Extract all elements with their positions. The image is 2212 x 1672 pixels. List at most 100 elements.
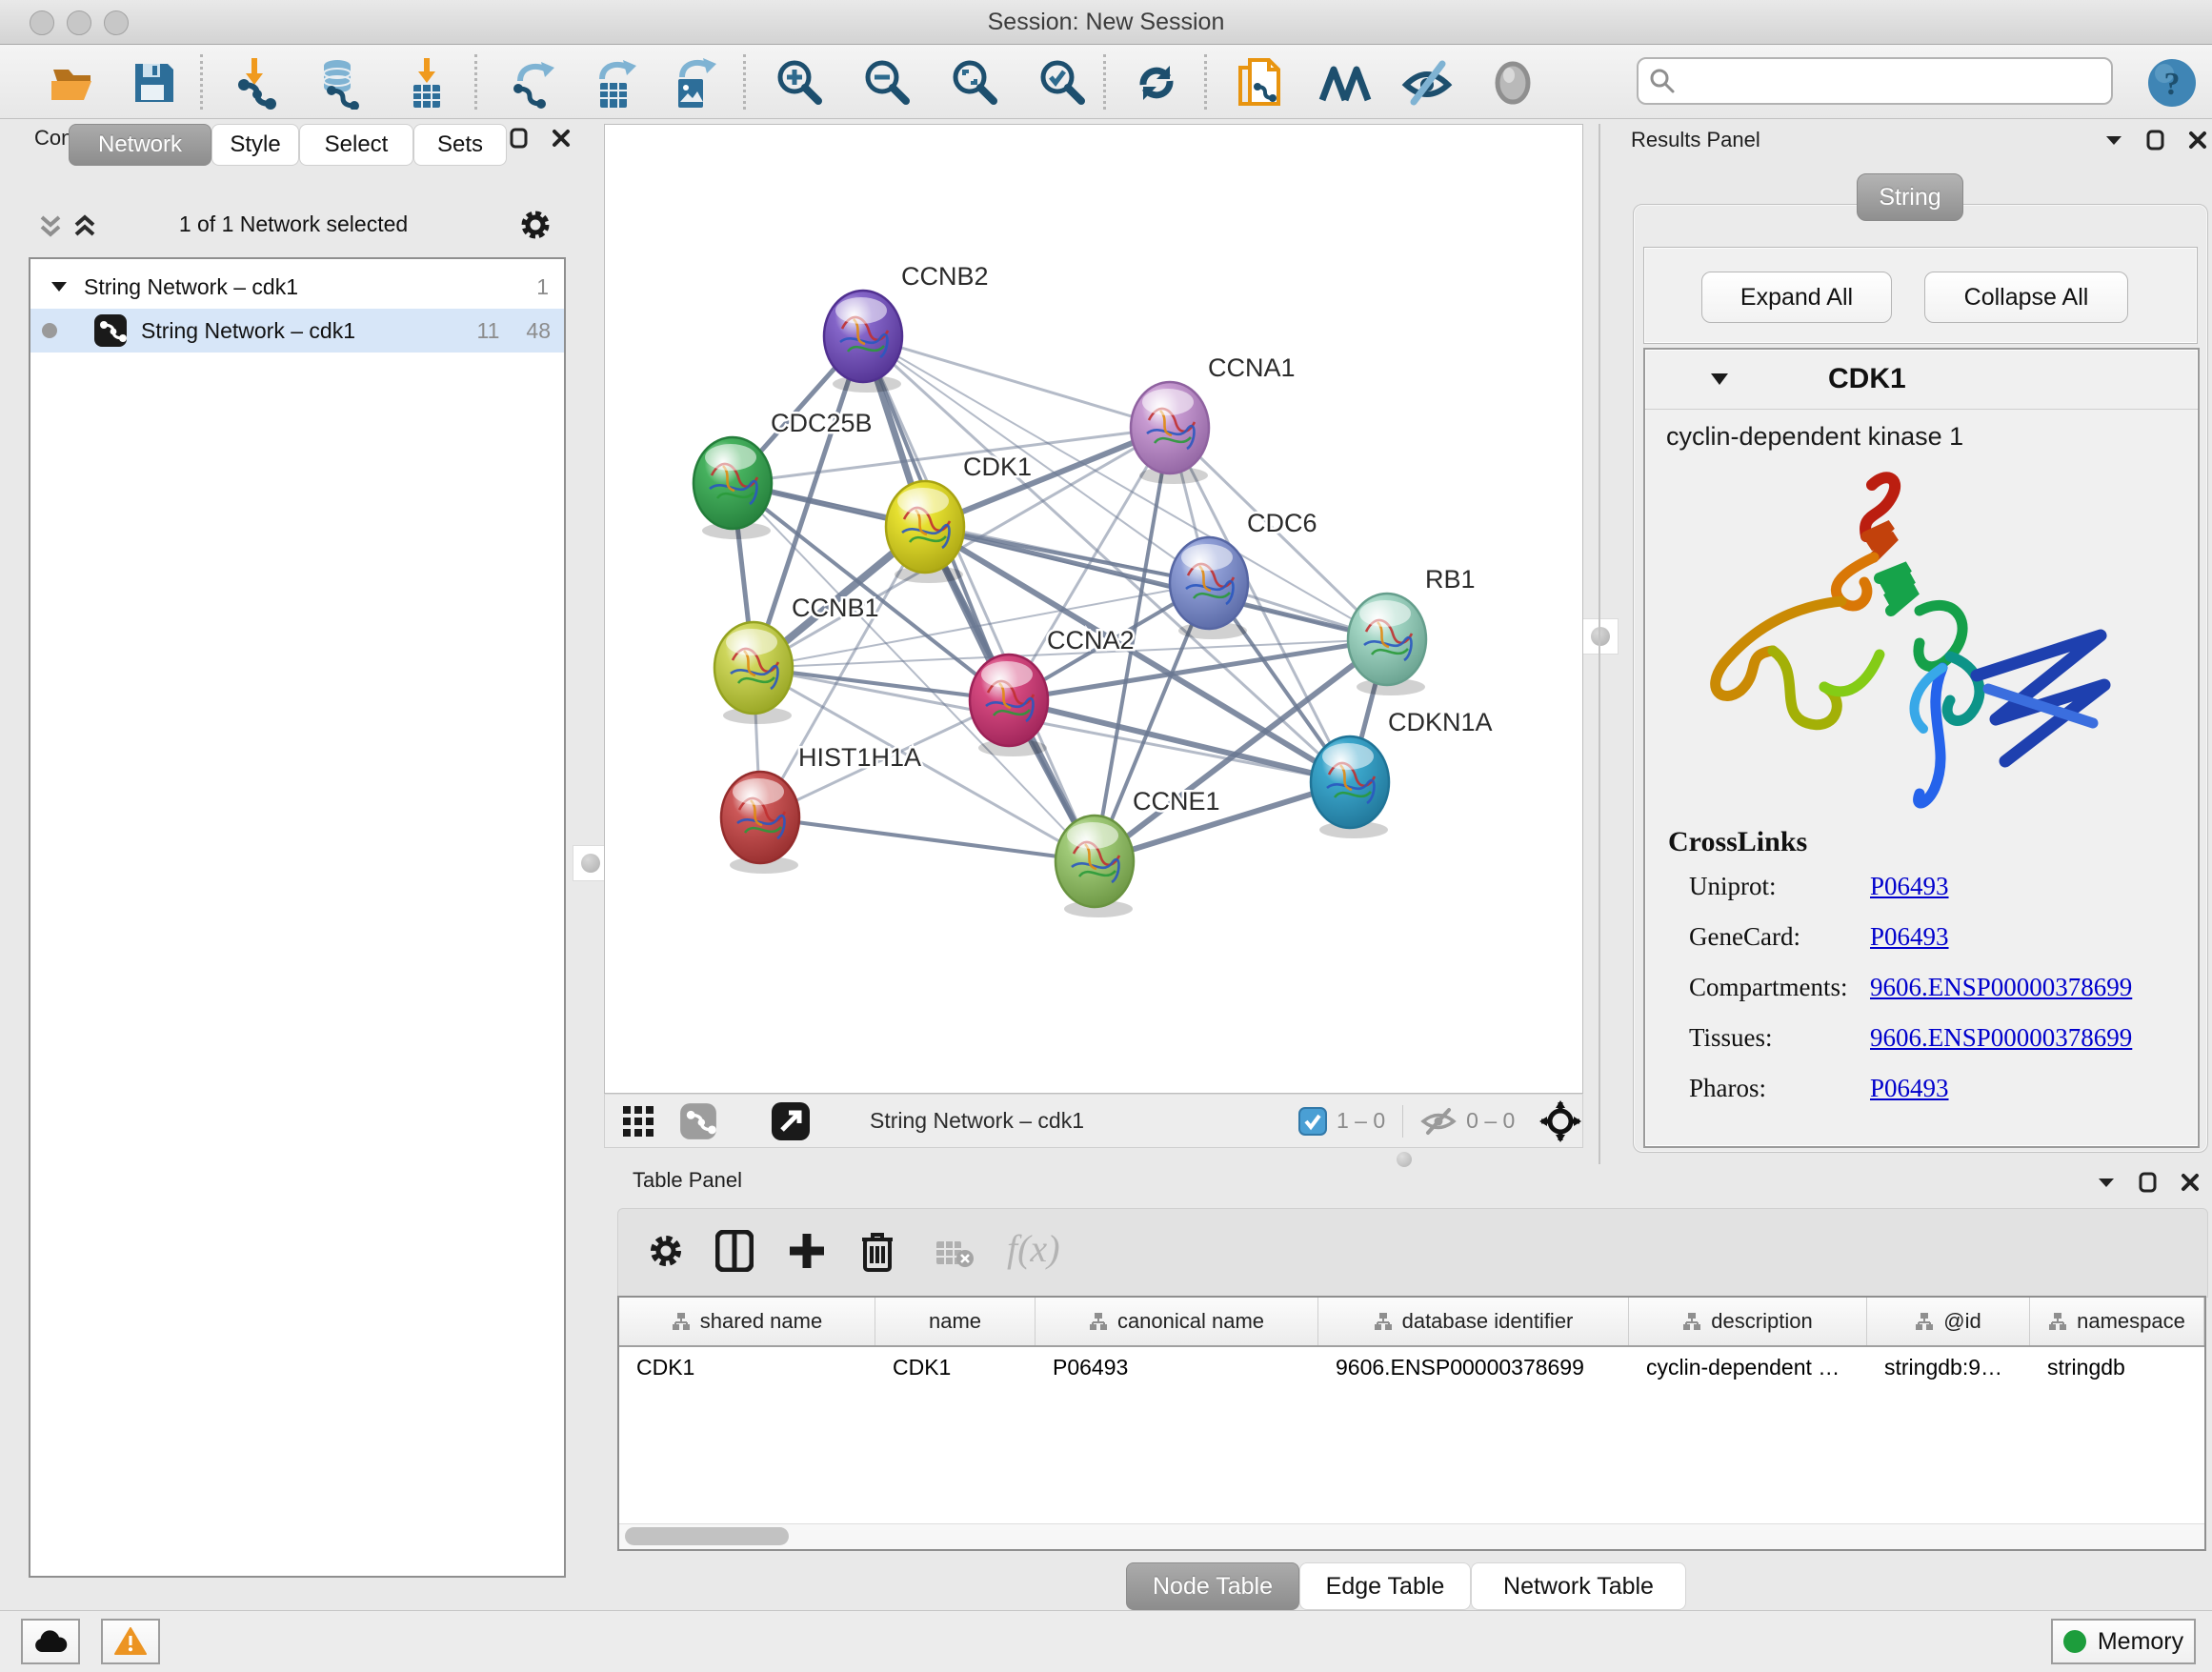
tissues-link[interactable]: 9606.ENSP00000378699: [1870, 1023, 2132, 1053]
node-CDKN1A[interactable]: CDKN1A: [1311, 708, 1493, 838]
uniprot-link[interactable]: P06493: [1870, 872, 1949, 901]
cell-name[interactable]: CDK1: [875, 1355, 1036, 1380]
node-table[interactable]: shared namenamecanonical namedatabase id…: [617, 1296, 2206, 1551]
zoom-out-icon[interactable]: [861, 56, 915, 110]
cell-canonical-name[interactable]: P06493: [1036, 1355, 1318, 1380]
cloud-status-button[interactable]: [21, 1619, 80, 1664]
birds-eye-crosshair-icon[interactable]: [1539, 1100, 1581, 1142]
tab-network[interactable]: Network: [69, 124, 211, 166]
cell-description[interactable]: cyclin-dependent …: [1629, 1355, 1867, 1380]
pharos-link[interactable]: P06493: [1870, 1074, 1949, 1103]
close-panel-icon[interactable]: [551, 128, 572, 149]
table-options-gear-icon[interactable]: [647, 1232, 685, 1270]
network-view-canvas[interactable]: CCNB2CCNA1CDC25BCDK1CDC6RB1CCNB1CCNA2CDK…: [604, 124, 1583, 1094]
tab-node-table[interactable]: Node Table: [1126, 1562, 1299, 1610]
tab-edge-table[interactable]: Edge Table: [1299, 1562, 1471, 1610]
zoom-fit-icon[interactable]: [949, 56, 1002, 110]
export-image-icon[interactable]: [667, 56, 720, 110]
node-CCNA1[interactable]: CCNA1: [1131, 353, 1296, 484]
string-results-card: Expand All Collapse All CDK1 cyclin-depe…: [1633, 204, 2208, 1153]
column-header-name[interactable]: name: [875, 1298, 1036, 1345]
results-tab-string[interactable]: String: [1857, 173, 1963, 221]
node-CCNB1[interactable]: CCNB1: [714, 594, 879, 724]
show-graphics-details-icon[interactable]: [1486, 56, 1539, 110]
export-network-icon[interactable]: [509, 56, 562, 110]
cell--id[interactable]: stringdb:9…: [1867, 1355, 2030, 1380]
help-icon[interactable]: ?: [2145, 56, 2199, 110]
show-columns-icon[interactable]: [715, 1230, 754, 1272]
close-panel-icon[interactable]: [2187, 130, 2208, 151]
zoom-in-icon[interactable]: [774, 56, 827, 110]
collapse-all-button[interactable]: Collapse All: [1924, 272, 2128, 323]
selected-checkbox-icon[interactable]: [1298, 1107, 1327, 1136]
column-header-canonical-name[interactable]: canonical name: [1036, 1298, 1318, 1345]
first-neighbors-icon[interactable]: [1318, 56, 1372, 110]
collapse-section-triangle-icon[interactable]: [1708, 368, 1731, 391]
export-table-icon[interactable]: [589, 56, 642, 110]
node-CCNE1[interactable]: CCNE1: [1056, 787, 1220, 917]
cell-namespace[interactable]: stringdb: [2030, 1355, 2204, 1380]
genecard-link[interactable]: P06493: [1870, 922, 1949, 952]
refresh-icon[interactable]: [1130, 56, 1183, 110]
edge-CCNB2-CCNE1[interactable]: [863, 336, 1095, 861]
table-horizontal-scrollbar[interactable]: [619, 1523, 2204, 1549]
column-header-shared-name[interactable]: shared name: [619, 1298, 875, 1345]
column-header-database-identifier[interactable]: database identifier: [1318, 1298, 1629, 1345]
float-panel-icon[interactable]: [2103, 130, 2124, 151]
import-network-from-database-icon[interactable]: [312, 56, 366, 110]
node-table-data-row[interactable]: CDK1CDK1P064939606.ENSP00000378699cyclin…: [619, 1347, 2204, 1387]
hide-selected-eye-slash-icon[interactable]: [1400, 56, 1454, 110]
detach-view-icon[interactable]: [771, 1101, 811, 1141]
protein-card-header[interactable]: CDK1: [1645, 350, 2198, 410]
hidden-eye-slash-icon[interactable]: [1420, 1107, 1457, 1136]
column-header-namespace[interactable]: namespace: [2030, 1298, 2204, 1345]
memory-button[interactable]: Memory: [2051, 1619, 2196, 1664]
duplicate-network-icon[interactable]: [1235, 56, 1288, 110]
string-network-graph[interactable]: CCNB2CCNA1CDC25BCDK1CDC6RB1CCNB1CCNA2CDK…: [605, 125, 1582, 1093]
column-header-description[interactable]: description: [1629, 1298, 1867, 1345]
tab-style[interactable]: Style: [211, 124, 299, 166]
network-node-count: 11: [477, 318, 500, 344]
network-row-selected[interactable]: String Network – cdk1 11 48: [30, 309, 564, 353]
tab-network-table[interactable]: Network Table: [1471, 1562, 1686, 1610]
maximize-panel-icon[interactable]: [2145, 130, 2166, 151]
collection-expand-triangle-icon[interactable]: [50, 277, 69, 296]
node-HIST1H1A[interactable]: HIST1H1A: [721, 743, 921, 874]
network-panel-options-gear-icon[interactable]: [518, 208, 553, 242]
edge-CCNB2-CCNA1[interactable]: [863, 336, 1170, 428]
maximize-panel-icon[interactable]: [2138, 1172, 2159, 1193]
collapse-all-networks-icon[interactable]: [36, 212, 65, 240]
cell-shared-name[interactable]: CDK1: [619, 1355, 875, 1380]
node-CDC6[interactable]: CDC6: [1170, 509, 1317, 639]
scrollbar-thumb[interactable]: [625, 1527, 789, 1545]
network-collection-row[interactable]: String Network – cdk1 1: [30, 265, 564, 309]
expand-all-networks-icon[interactable]: [70, 212, 99, 240]
tab-sets[interactable]: Sets: [413, 124, 507, 166]
node-CDC25B[interactable]: CDC25B: [694, 409, 873, 539]
delete-column-trash-icon[interactable]: [860, 1230, 895, 1272]
node-CCNB2[interactable]: CCNB2: [824, 262, 989, 393]
search-input[interactable]: [1637, 57, 2113, 105]
cell-database-identifier[interactable]: 9606.ENSP00000378699: [1318, 1355, 1629, 1380]
network-selection-status: 1 of 1 Network selected: [122, 212, 465, 237]
edge-CCNE1-HIST1H1A[interactable]: [760, 817, 1095, 861]
import-network-icon[interactable]: [231, 56, 284, 110]
save-session-icon[interactable]: [128, 56, 181, 110]
network-view-icon[interactable]: [679, 1102, 717, 1140]
compartments-link[interactable]: 9606.ENSP00000378699: [1870, 973, 2132, 1002]
import-table-icon[interactable]: [400, 56, 453, 110]
zoom-selected-icon[interactable]: [1036, 56, 1090, 110]
expand-all-button[interactable]: Expand All: [1701, 272, 1892, 323]
column-header--id[interactable]: @id: [1867, 1298, 2030, 1345]
node-RB1[interactable]: RB1: [1348, 565, 1476, 695]
close-panel-icon[interactable]: [2180, 1172, 2201, 1193]
create-column-plus-icon[interactable]: [788, 1232, 826, 1270]
grid-view-icon[interactable]: [620, 1103, 656, 1139]
warning-status-button[interactable]: [101, 1619, 160, 1664]
tab-select[interactable]: Select: [299, 124, 413, 166]
maximize-panel-icon[interactable]: [509, 128, 530, 149]
network-view-toolbar: String Network – cdk1 1 – 0 0 – 0: [604, 1094, 1583, 1148]
network-status-dot-icon: [42, 323, 57, 338]
open-session-icon[interactable]: [48, 56, 101, 110]
float-panel-icon[interactable]: [2096, 1172, 2117, 1193]
